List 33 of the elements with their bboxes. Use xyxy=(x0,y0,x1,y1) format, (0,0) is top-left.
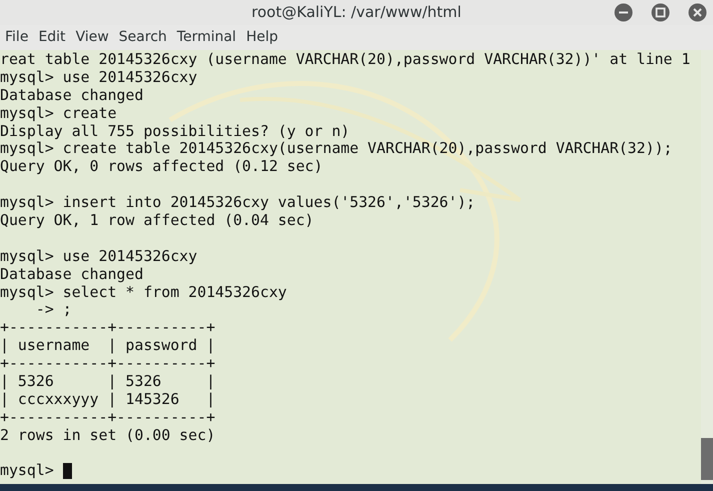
window-title: root@KaliYL: /var/www/html xyxy=(252,2,462,24)
close-icon[interactable] xyxy=(688,3,707,22)
terminal-line: mysql> insert into 20145326cxy values('5326','5326'); xyxy=(0,194,476,212)
terminal-line: +-----------+----------+ xyxy=(0,319,216,338)
terminal-line: +-----------+----------+ xyxy=(0,408,216,427)
terminal-line: mysql> use 20145326cxy xyxy=(0,248,198,266)
scrollbar-thumb[interactable] xyxy=(701,438,713,480)
terminal-line: Database changed xyxy=(0,266,144,284)
text-cursor xyxy=(62,463,72,480)
terminal-line: | 5326 | 5326 | xyxy=(0,373,216,391)
terminal-line: 2 rows in set (0.00 sec) xyxy=(0,426,216,445)
menu-item[interactable]: File xyxy=(1,27,32,48)
terminal-line: mysql> use 20145326cxy xyxy=(0,68,198,87)
terminal-line: reat table 20145326cxy (username VARCHAR(20),password VARCHAR(32))' at line 1 xyxy=(0,51,692,69)
menu-item[interactable]: Terminal xyxy=(172,27,240,48)
terminal-line: Display all 755 possibilities? (y or n) xyxy=(0,122,351,140)
menu-item[interactable]: Edit xyxy=(34,27,70,48)
maximize-icon[interactable] xyxy=(651,3,670,22)
terminal-line: Database changed xyxy=(0,86,144,105)
terminal-line: mysql> create table 20145326cxy(username VARCHAR(20),password VARCHAR(32)); xyxy=(0,140,674,158)
terminal-line: | username | password | xyxy=(0,337,216,356)
minimize-icon[interactable] xyxy=(614,3,633,22)
terminal-line: +-----------+----------+ xyxy=(0,355,216,374)
terminal-line: Query OK, 0 rows affected (0.12 sec) xyxy=(0,158,324,176)
menu-item[interactable]: View xyxy=(72,27,113,48)
terminal-line: mysql> create xyxy=(0,104,118,123)
terminal-prompt: mysql> xyxy=(0,462,55,480)
terminal-line: Query OK, 1 row affected (0.04 sec) xyxy=(0,212,315,230)
terminal-line: | cccxxxyyy | 145326 | xyxy=(0,390,216,409)
terminal-line: -> ; xyxy=(36,301,73,320)
terminal-line: mysql> select * from 20145326cxy xyxy=(0,284,288,302)
menu-item[interactable]: Help xyxy=(242,27,282,48)
menu-item[interactable]: Search xyxy=(114,27,171,48)
